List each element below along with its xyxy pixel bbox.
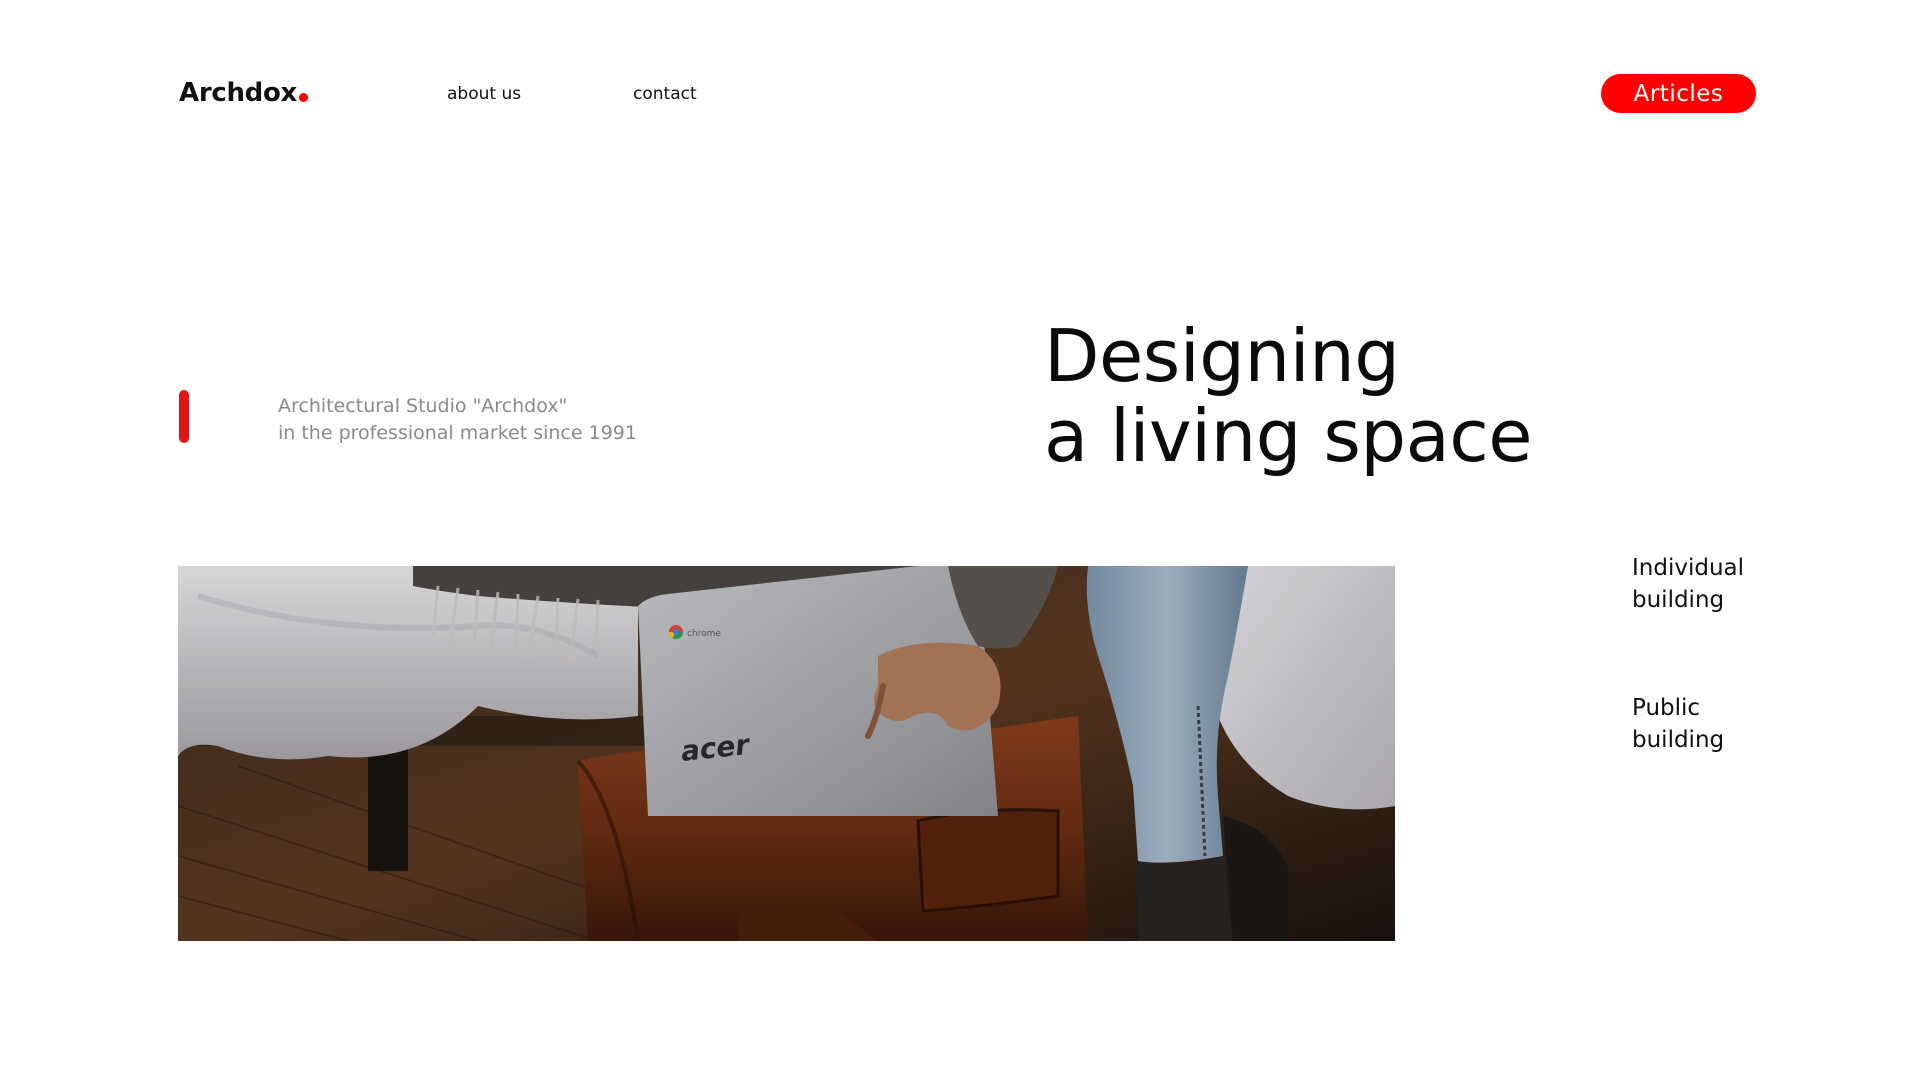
logo-dot-icon — [299, 93, 309, 102]
hero-title-line-2: a living space — [1044, 394, 1533, 478]
nav-contact[interactable]: contact — [633, 84, 697, 104]
logo[interactable]: Archdox — [179, 78, 309, 108]
nav-about-us[interactable]: about us — [447, 84, 521, 104]
category-public-building[interactable]: Public building — [1632, 692, 1724, 756]
category-individual-building[interactable]: Individual building — [1632, 552, 1744, 616]
studio-line-2: in the professional market since 1991 — [278, 422, 637, 444]
hero-photo: chrome acer — [178, 566, 1395, 941]
accent-bar — [179, 390, 189, 443]
category-public-line-2: building — [1632, 727, 1725, 753]
hero-title-line-1: Designing — [1044, 314, 1400, 398]
articles-button[interactable]: Articles — [1601, 74, 1756, 113]
category-individual-line-2: building — [1632, 587, 1725, 613]
category-public-line-1: Public — [1632, 695, 1701, 721]
category-individual-line-1: Individual — [1632, 555, 1745, 581]
studio-line-1: Architectural Studio "Archdox" — [278, 395, 568, 417]
studio-description: Architectural Studio "Archdox" in the pr… — [278, 393, 637, 447]
hero-title: Designing a living space — [1044, 314, 1533, 478]
logo-text: Archdox — [179, 78, 298, 108]
